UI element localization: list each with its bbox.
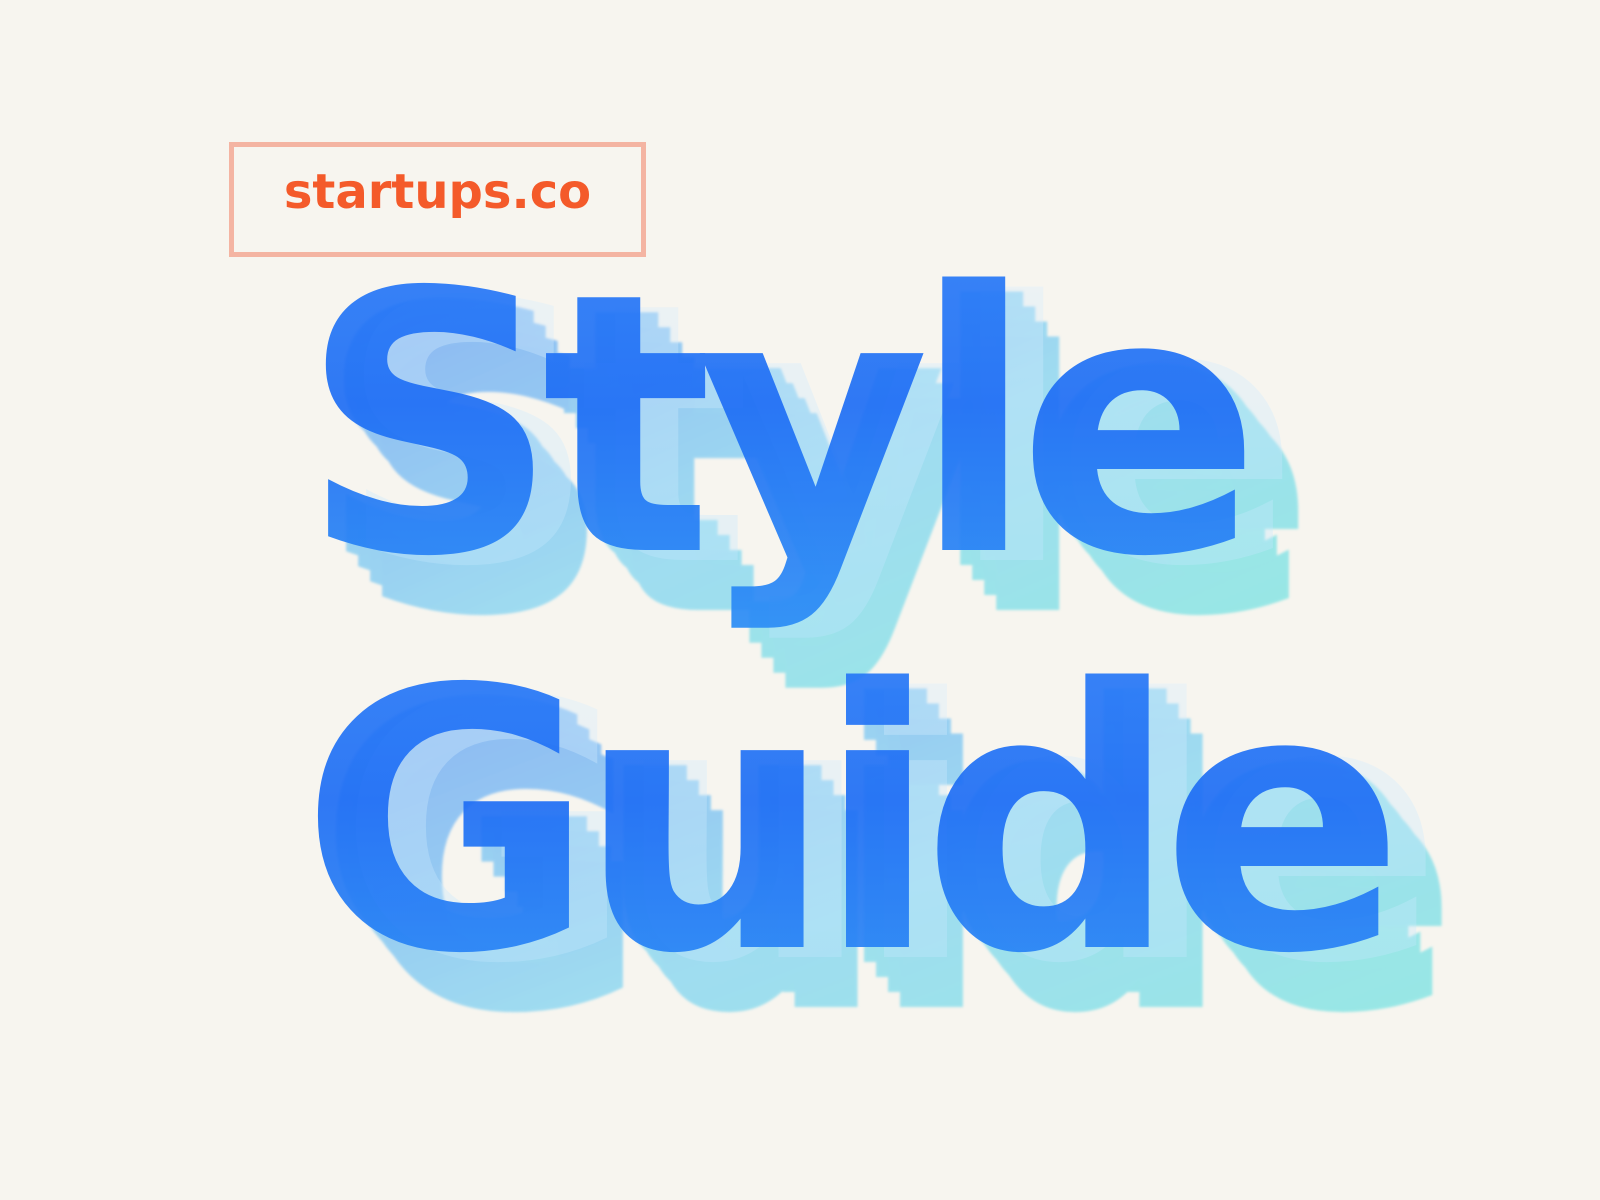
style-word-front: Style — [300, 216, 1266, 635]
headline-artwork: Style Style Style Style Style Style Guid… — [300, 216, 1463, 1092]
svg-text:Guide: Guide — [300, 613, 1391, 1032]
artwork-canvas: startups.co Style Style Style Style Styl… — [0, 0, 1600, 1200]
svg-text:Style: Style — [300, 216, 1248, 635]
guide-word-front: Guide — [300, 613, 1409, 1032]
